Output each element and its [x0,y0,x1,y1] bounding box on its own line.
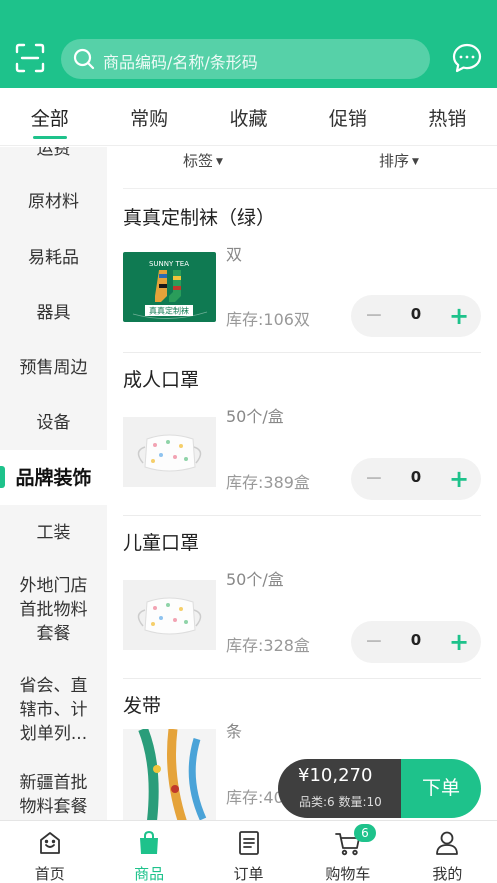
cart-count: 品类:6 数量:10 [299,795,382,809]
app-root: 商品编码/名称/条形码 全部 常购 收藏 促销 热销 运费 原材料 易耗品 器具… [0,0,497,883]
sidebar-item-brand-decoration[interactable]: 品牌装饰 [0,450,107,505]
orders-icon [235,829,263,857]
product-image[interactable] [123,417,216,487]
sort-filter[interactable]: 排序 ▼ [379,150,419,171]
product-name: 儿童口罩 [123,532,200,554]
shopping-bag-icon [135,829,163,857]
search-icon [73,48,95,70]
product-unit: 50个/盒 [226,407,284,426]
nav-profile-label: 我的 [432,865,463,883]
product-image[interactable] [123,727,216,820]
tag-filter-label: 标签 [183,152,214,170]
quantity-stepper: − 0 + [351,458,481,500]
bottom-nav: 首页 商品 订单 6 购物车 我的 [0,820,497,883]
increase-button[interactable]: + [447,628,471,656]
place-order-button[interactable]: 下单 [401,759,481,818]
increase-button[interactable]: + [447,465,471,493]
product-unit: 50个/盒 [226,570,284,589]
sort-filter-label: 排序 [379,152,410,170]
category-tabs: 全部 常购 收藏 促销 热销 [0,88,497,146]
product-stock: 库存:106双 [226,310,310,329]
sidebar-item-utensils[interactable]: 器具 [0,285,107,340]
caret-down-icon: ▼ [412,156,419,167]
sidebar-item-out-of-town-kit[interactable]: 外地门店首批物料套餐 [0,560,107,660]
sidebar-item-consumables[interactable]: 易耗品 [0,230,107,285]
cart-summary-info[interactable]: ¥10,270 品类:6 数量:10 [278,759,401,818]
product-card[interactable]: 成人口罩 50个/盒 库存:389盒 − 0 + [123,365,481,516]
product-image[interactable] [123,580,216,650]
product-card[interactable]: 儿童口罩 50个/盒 库存:328盒 − 0 + [123,528,481,679]
sidebar-item-freight[interactable]: 运费 [0,147,107,161]
sidebar-item-equipment[interactable]: 设备 [0,395,107,450]
increase-button[interactable]: + [447,302,471,330]
nav-cart[interactable]: 6 购物车 [298,821,397,883]
quantity-value[interactable]: 0 [401,468,431,486]
nav-home[interactable]: 首页 [0,821,99,883]
product-name: 发带 [123,695,162,717]
product-stock: 库存:328盒 [226,636,310,655]
quantity-value[interactable]: 0 [401,631,431,649]
filter-bar: 标签 ▼ 排序 ▼ [123,147,497,189]
user-icon [433,829,461,857]
home-icon [36,829,64,857]
sidebar-item-raw-materials[interactable]: 原材料 [0,161,107,230]
nav-products[interactable]: 商品 [99,821,198,883]
decrease-button[interactable]: − [363,466,385,492]
product-name: 成人口罩 [123,369,200,391]
product-card[interactable]: 真真定制袜（绿） SUNNY TEA 真真定制袜 双 库存:106双 − 0 + [123,203,481,353]
sidebar-item-capital-city-kit[interactable]: 省会、直辖市、计划单列... [0,660,107,760]
nav-home-label: 首页 [34,865,65,883]
sidebar-item-presale[interactable]: 预售周边 [0,340,107,395]
search-input[interactable]: 商品编码/名称/条形码 [61,39,430,79]
tab-frequent[interactable]: 常购 [99,88,198,145]
product-image-brand: SUNNY TEA [149,260,189,268]
tab-favorites[interactable]: 收藏 [199,88,298,145]
scan-icon[interactable] [14,42,46,74]
cart-total: ¥10,270 [298,765,373,786]
nav-profile[interactable]: 我的 [398,821,497,883]
product-list: 标签 ▼ 排序 ▼ 真真定制袜（绿） SUNNY TEA 真真定制袜 双 库存:… [107,147,497,820]
category-sidebar: 运费 原材料 易耗品 器具 预售周边 设备 品牌装饰 工装 外地门店首批物料套餐… [0,147,107,820]
sidebar-item-uniforms[interactable]: 工装 [0,505,107,560]
product-image-label: 真真定制袜 [149,306,189,316]
product-unit: 双 [226,245,243,264]
quantity-stepper: − 0 + [351,295,481,337]
nav-cart-label: 购物车 [325,865,371,883]
quantity-stepper: − 0 + [351,621,481,663]
decrease-button[interactable]: − [363,629,385,655]
cart-badge: 6 [353,824,376,842]
quantity-value[interactable]: 0 [401,305,431,323]
tab-promotions[interactable]: 促销 [298,88,397,145]
header: 商品编码/名称/条形码 [0,0,497,88]
cart-summary: ¥10,270 品类:6 数量:10 下单 [278,759,481,818]
search-placeholder: 商品编码/名称/条形码 [103,53,258,72]
nav-orders-label: 订单 [233,865,264,883]
nav-orders[interactable]: 订单 [199,821,298,883]
product-unit: 条 [226,722,243,741]
product-stock: 库存:389盒 [226,473,310,492]
tab-hot[interactable]: 热销 [398,88,497,145]
sidebar-item-xinjiang-kit[interactable]: 新疆首批物料套餐 [0,760,107,820]
product-name: 真真定制袜（绿） [123,207,276,229]
product-image[interactable]: SUNNY TEA 真真定制袜 [123,252,216,322]
caret-down-icon: ▼ [216,156,223,167]
tag-filter[interactable]: 标签 ▼ [183,150,223,171]
decrease-button[interactable]: − [363,303,385,329]
product-stock: 库存:40 [226,788,284,807]
tab-all[interactable]: 全部 [0,88,99,145]
message-icon[interactable] [451,42,483,74]
nav-products-label: 商品 [134,865,165,883]
